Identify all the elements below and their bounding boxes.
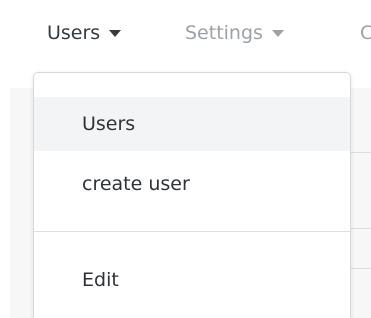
top-nav: Users Settings C	[0, 0, 371, 62]
menu-item-edit[interactable]: Edit	[34, 253, 350, 307]
users-dropdown-menu: Users create user Edit	[33, 72, 351, 318]
menu-item-users[interactable]: Users	[34, 97, 350, 151]
menu-item-create-user[interactable]: create user	[34, 157, 350, 211]
nav-item-settings[interactable]: Settings	[185, 21, 284, 45]
chevron-down-icon	[109, 29, 122, 37]
nav-item-label: Settings	[185, 22, 263, 44]
menu-divider	[34, 231, 350, 232]
divider	[351, 228, 371, 229]
menu-item-label: create user	[82, 173, 190, 195]
nav-item-label: C	[360, 22, 371, 44]
nav-item-users[interactable]: Users	[47, 21, 122, 45]
menu-item-label: Users	[82, 113, 136, 135]
nav-item-label: Users	[47, 22, 101, 44]
menu-item-label: Edit	[82, 269, 119, 291]
divider	[351, 152, 371, 153]
page: Users Settings C Users create user Edit	[0, 0, 371, 318]
chevron-down-icon	[271, 29, 284, 37]
divider	[351, 268, 371, 269]
nav-item-truncated[interactable]: C	[360, 21, 371, 45]
